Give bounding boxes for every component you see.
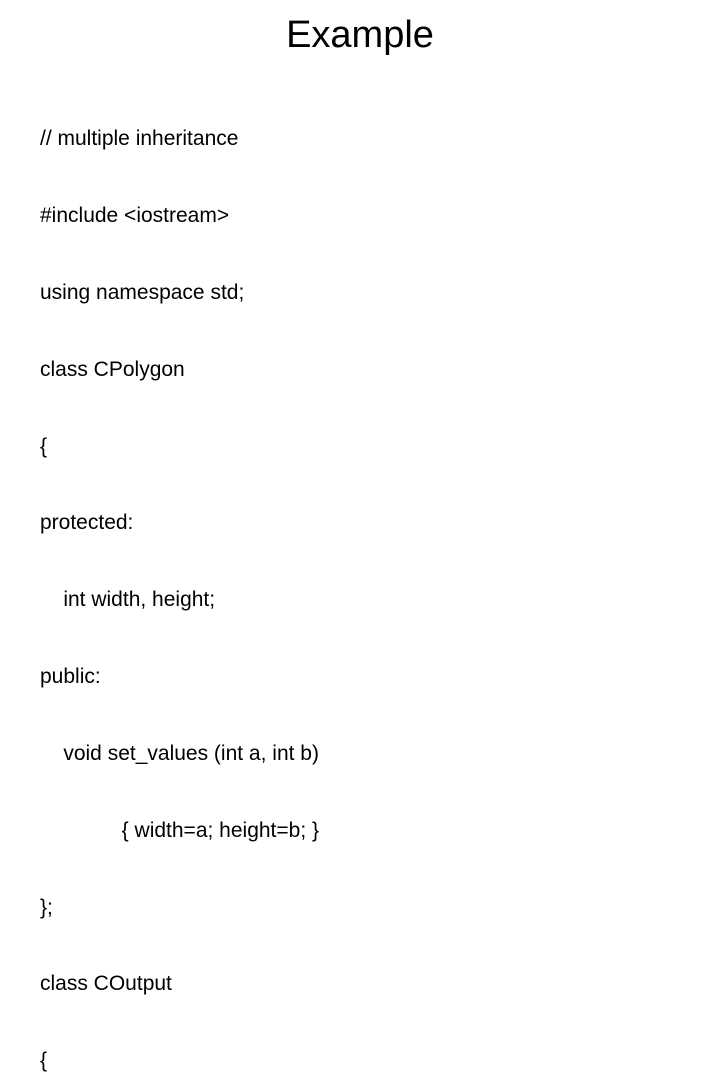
code-line: // multiple inheritance	[40, 126, 720, 152]
code-line: protected:	[40, 510, 720, 536]
code-line: public:	[40, 664, 720, 690]
code-line: #include <iostream>	[40, 203, 720, 229]
code-line: void set_values (int a, int b)	[40, 741, 720, 767]
slide: Example // multiple inheritance #include…	[0, 0, 720, 540]
code-line: using namespace std;	[40, 280, 720, 306]
code-line: {	[40, 434, 720, 460]
code-line: class COutput	[40, 971, 720, 997]
code-line: int width, height;	[40, 587, 720, 613]
code-block: // multiple inheritance #include <iostre…	[0, 75, 720, 1080]
code-line: { width=a; height=b; }	[40, 818, 720, 844]
code-line: {	[40, 1048, 720, 1074]
code-line: };	[40, 895, 720, 921]
slide-title: Example	[0, 14, 720, 57]
code-line: class CPolygon	[40, 357, 720, 383]
